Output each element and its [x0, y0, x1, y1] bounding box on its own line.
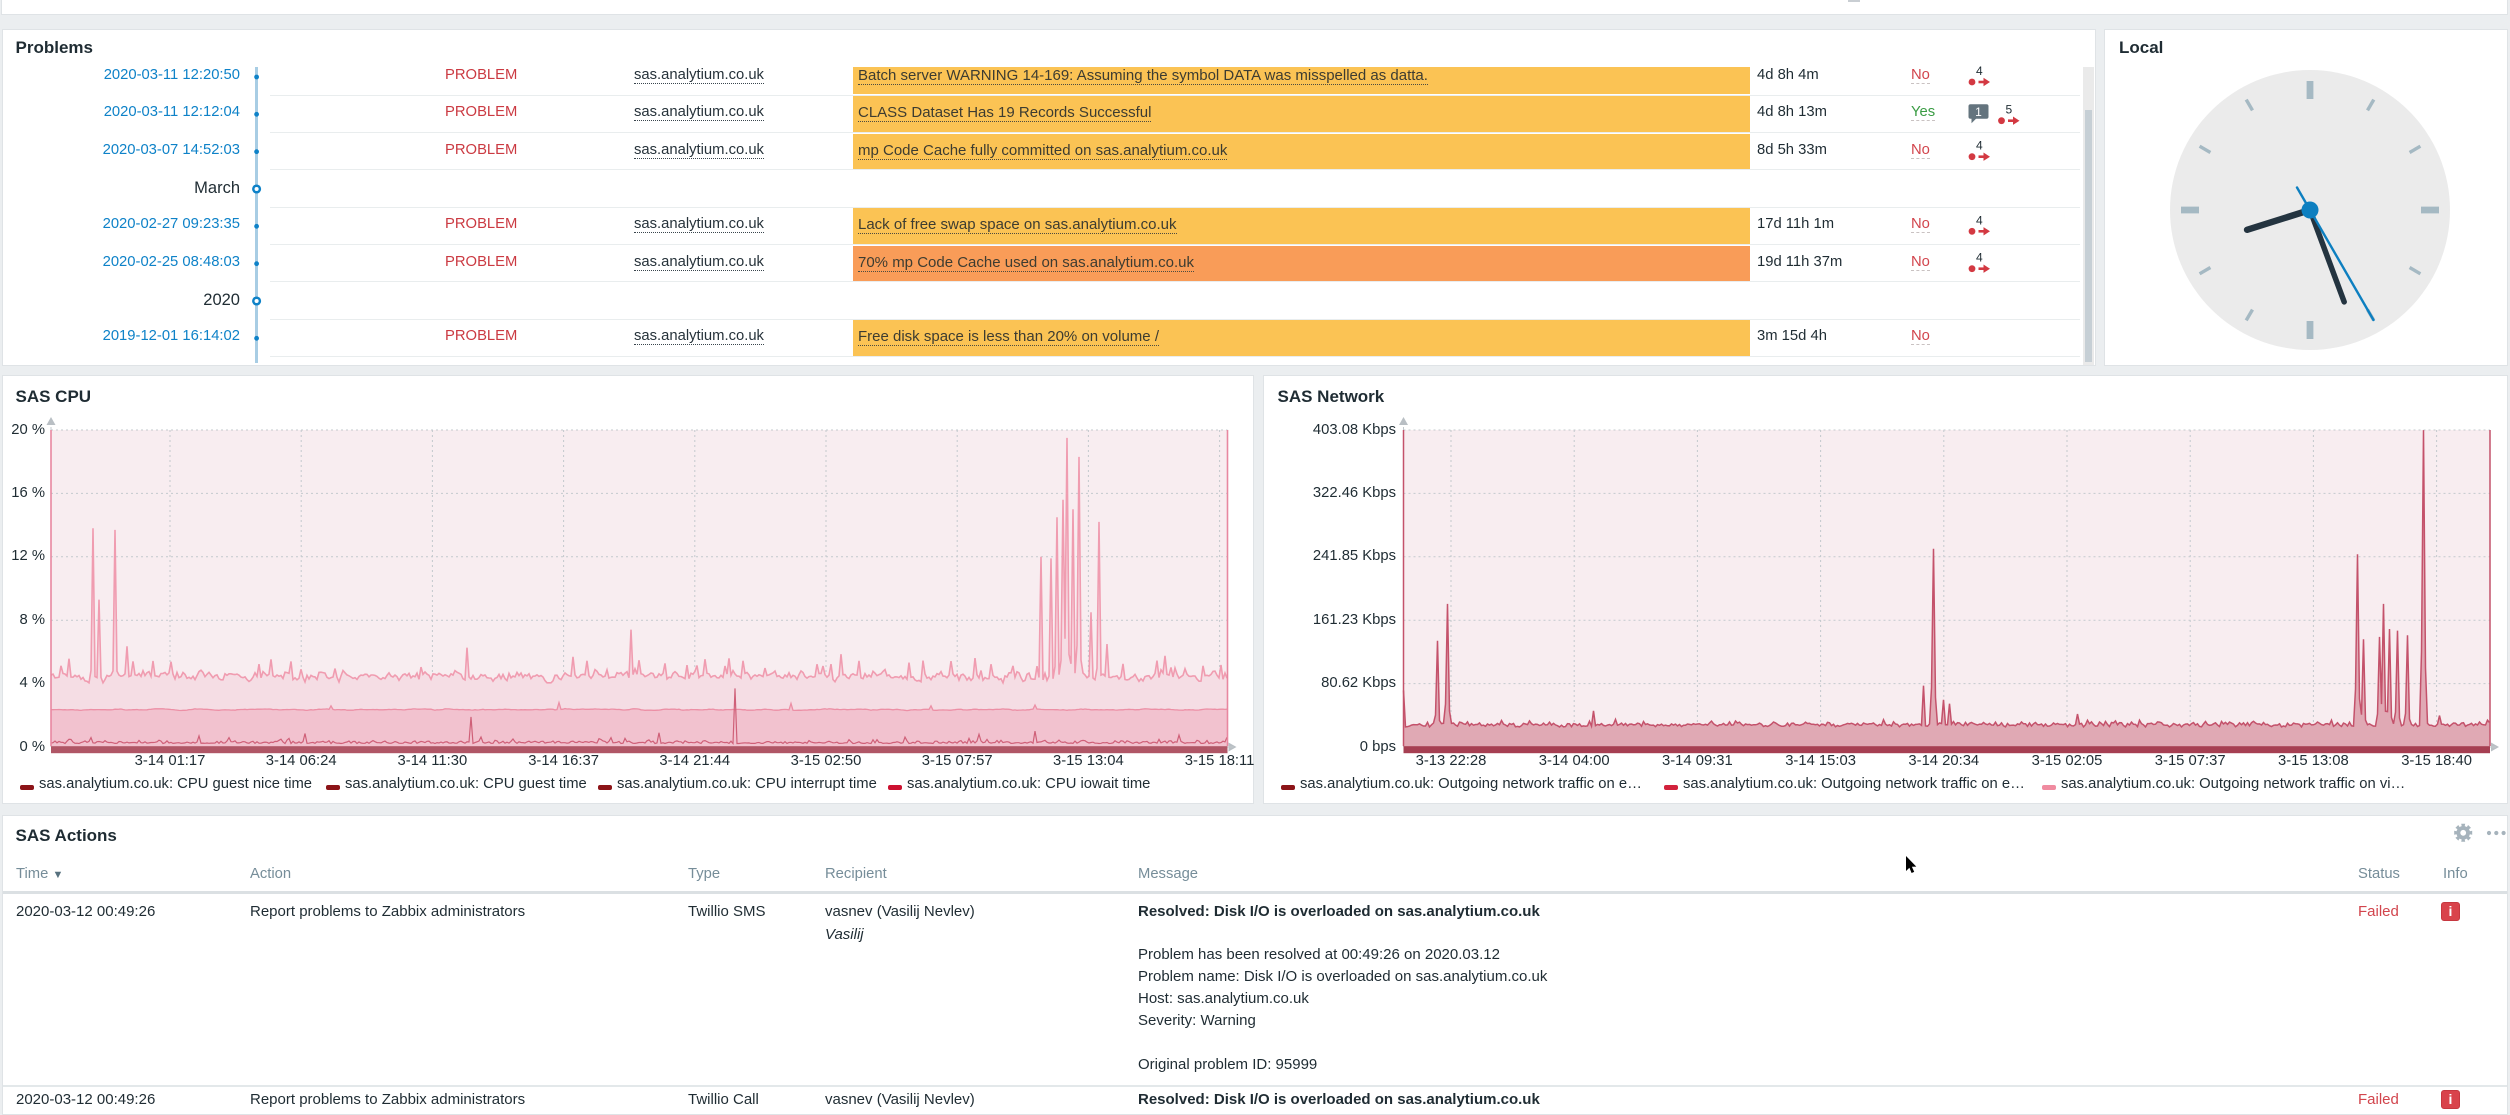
svg-text:4: 4: [1976, 251, 1983, 265]
svg-text:1: 1: [1975, 105, 1982, 119]
svg-text:4: 4: [1976, 64, 1983, 78]
svg-text:4: 4: [1976, 139, 1983, 153]
svg-text:4: 4: [1976, 213, 1983, 227]
svg-text:5: 5: [2006, 103, 2013, 117]
